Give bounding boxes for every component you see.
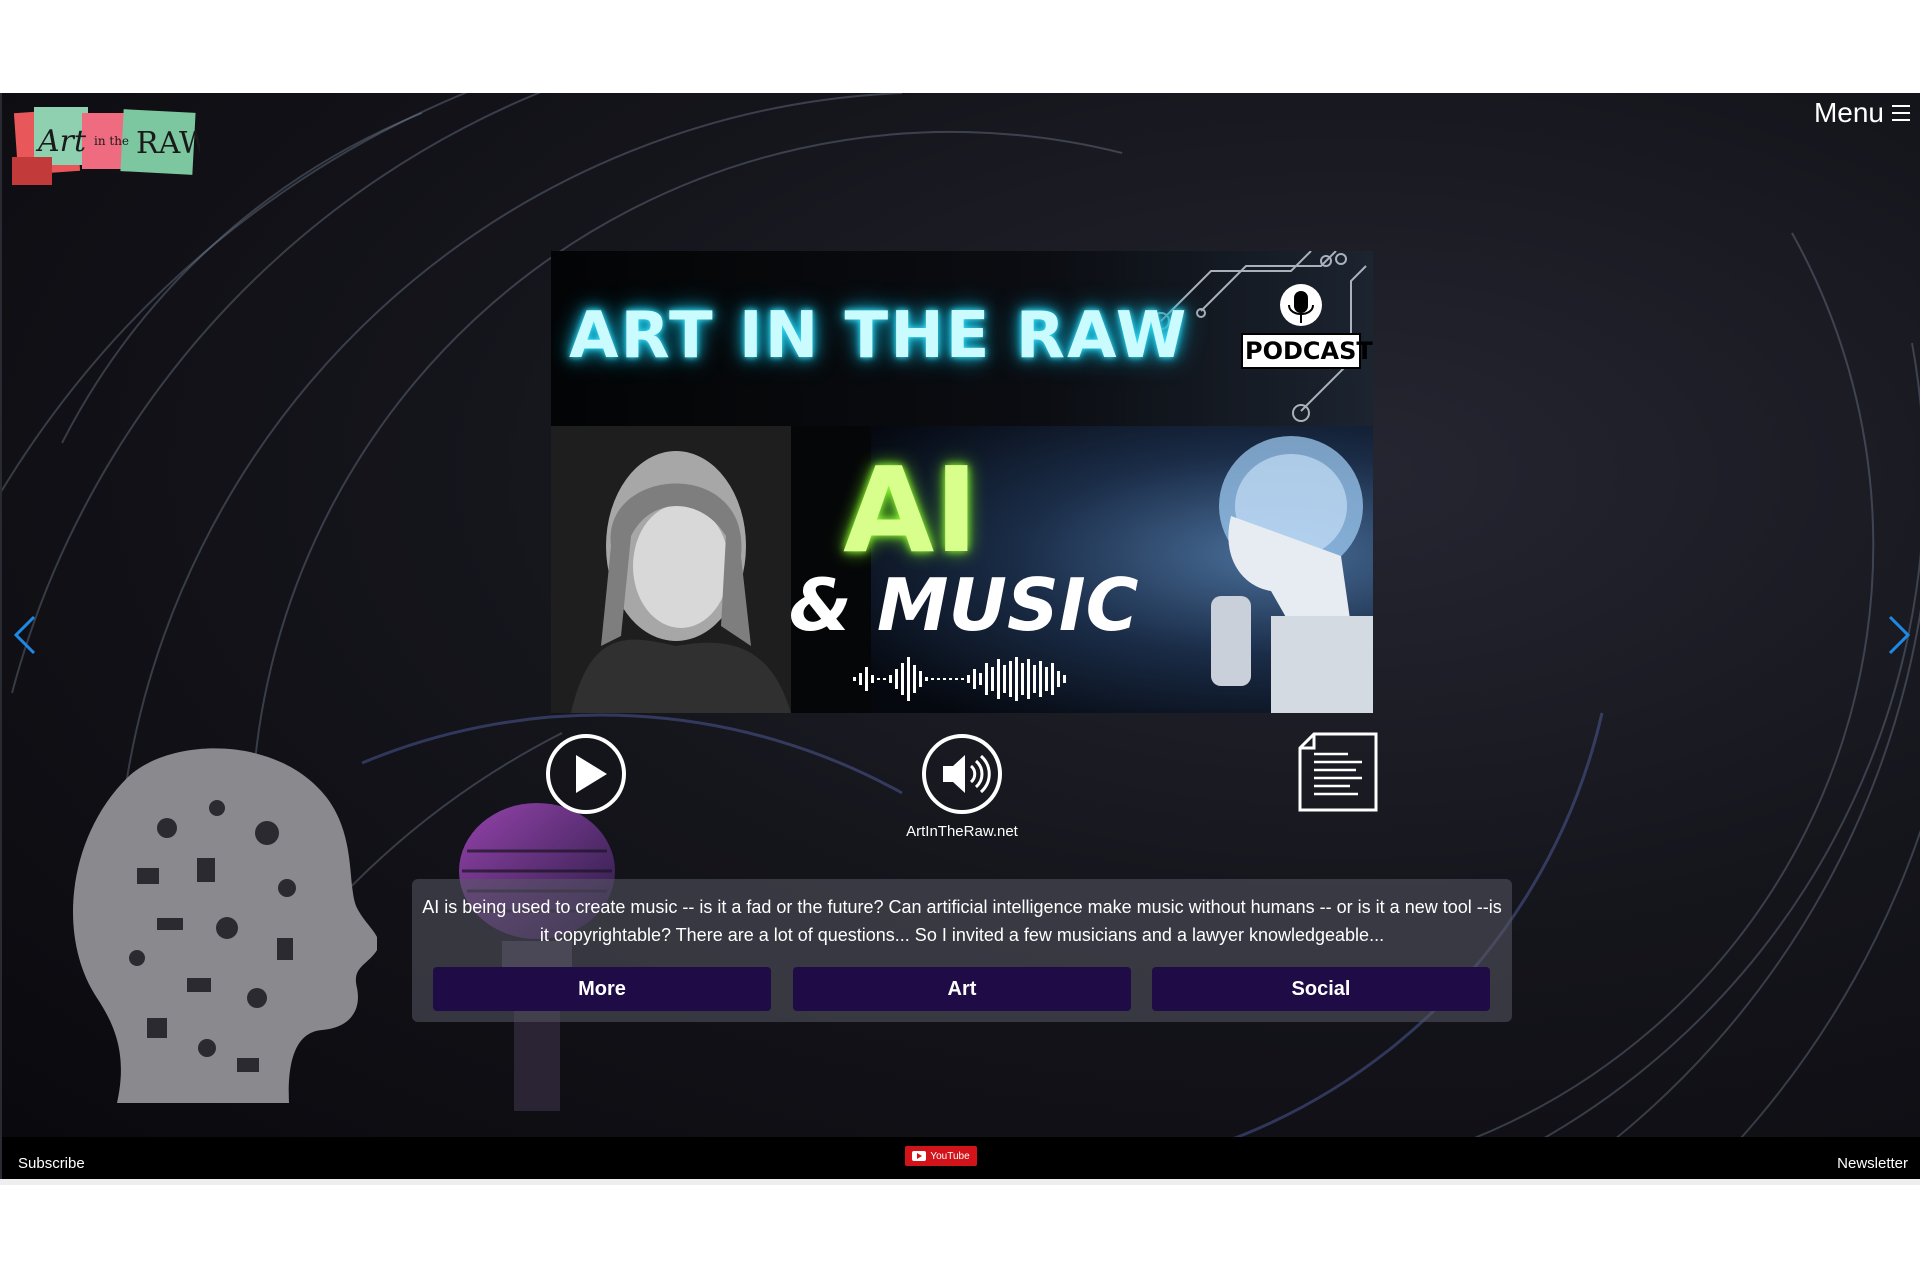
svg-text:in the: in the xyxy=(94,134,129,148)
episode-description: AI is being used to create music -- is i… xyxy=(422,897,1502,945)
episode-info-panel: AI is being used to create music -- is i… xyxy=(412,879,1512,1022)
audio-waveform-icon xyxy=(853,657,1066,701)
page-bottom-strip xyxy=(0,1179,1920,1185)
art-button[interactable]: Art xyxy=(793,967,1131,1011)
document-icon[interactable] xyxy=(1298,732,1378,812)
next-slide-arrow-icon[interactable] xyxy=(1884,613,1914,657)
svg-text:RAW: RAW xyxy=(136,126,200,161)
social-button[interactable]: Social xyxy=(1152,967,1490,1011)
youtube-icon xyxy=(912,1151,927,1161)
host-photo xyxy=(551,426,791,713)
svg-text:Art: Art xyxy=(35,124,87,159)
youtube-label: YouTube xyxy=(930,1150,970,1162)
artwork-title: ART IN THE RAW xyxy=(569,299,1189,373)
hamburger-icon xyxy=(1892,105,1910,121)
play-icon[interactable] xyxy=(545,733,627,815)
subscribe-link[interactable]: Subscribe xyxy=(18,1155,85,1172)
site-url-label: ArtInTheRaw.net xyxy=(906,823,1018,840)
menu-label: Menu xyxy=(1813,97,1884,128)
art-in-the-raw-logo[interactable]: Art in the RAW xyxy=(12,101,200,189)
menu-button[interactable]: Menu xyxy=(1814,97,1910,129)
footer-bar: Subscribe YouTube Newsletter xyxy=(2,1137,1920,1179)
artwork-header: ART IN THE RAW PODCAST xyxy=(551,251,1373,426)
microphone-icon xyxy=(1280,284,1322,326)
artwork-subheadline: & MUSIC xyxy=(789,563,1139,647)
podcast-label: PODCAST xyxy=(1241,333,1373,369)
host-portrait xyxy=(551,426,791,713)
episode-artwork: ART IN THE RAW PODCAST AI & MUSIC xyxy=(551,251,1373,713)
more-button[interactable]: More xyxy=(433,967,771,1011)
speaker-icon[interactable] xyxy=(921,733,1003,815)
player-controls: ArtInTheRaw.net xyxy=(2,732,1920,853)
newsletter-link[interactable]: Newsletter xyxy=(1837,1155,1908,1172)
site-frame: Art in the RAW Menu xyxy=(0,93,1920,1179)
youtube-button[interactable]: YouTube xyxy=(905,1146,977,1166)
artwork-headline: AI xyxy=(843,441,979,579)
previous-slide-arrow-icon[interactable] xyxy=(10,613,40,657)
podcast-badge: PODCAST xyxy=(1241,279,1373,379)
